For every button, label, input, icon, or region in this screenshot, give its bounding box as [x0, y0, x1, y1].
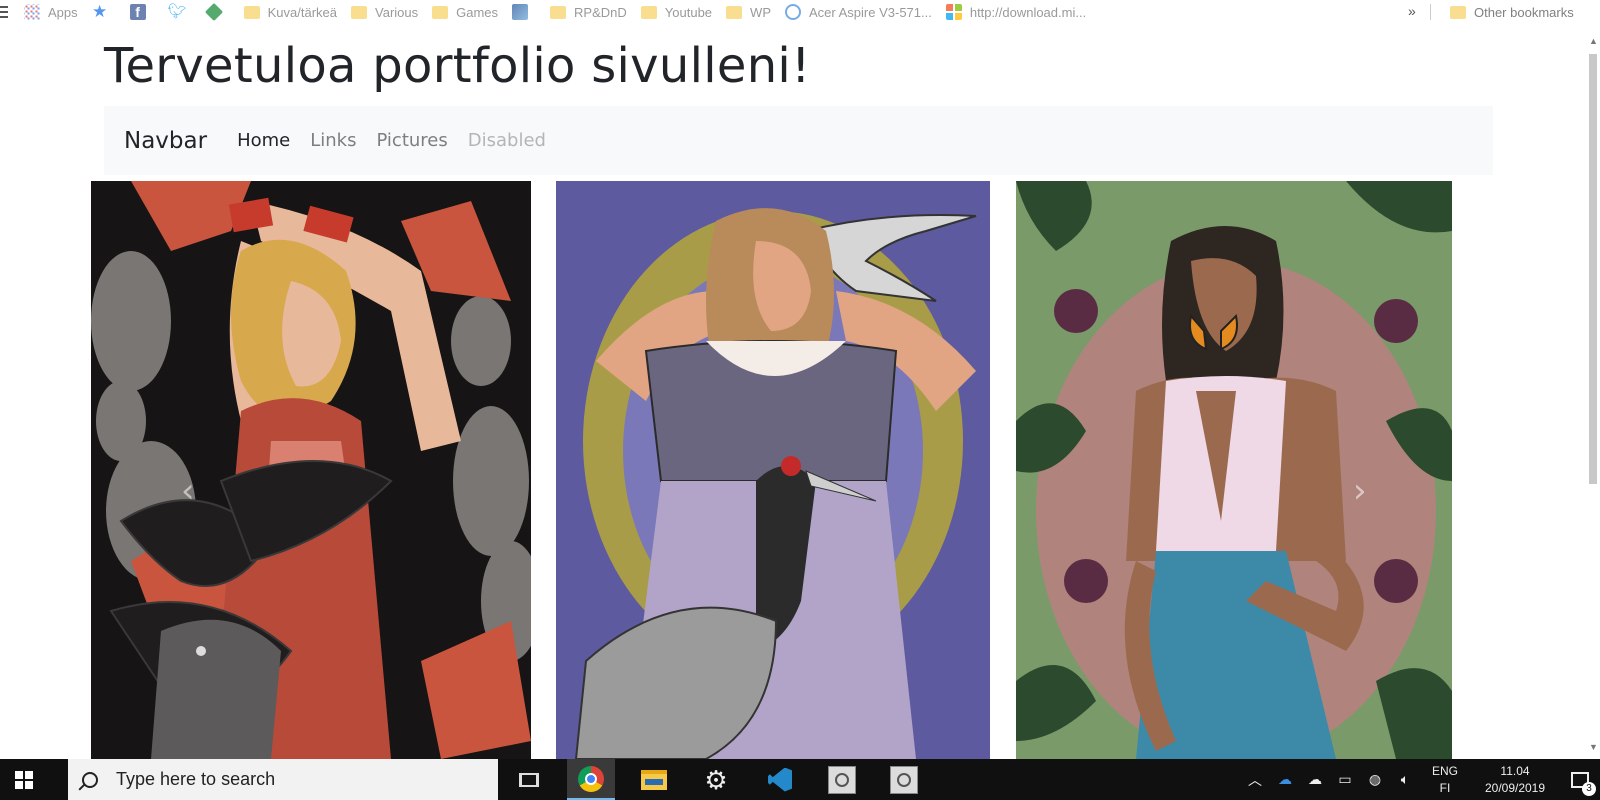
app-swirl-icon [828, 765, 856, 794]
windows-logo-icon [15, 770, 33, 789]
bookmark-green[interactable] [204, 2, 230, 22]
butterfly-illustration [1016, 181, 1452, 759]
bookmarks-overflow-button[interactable]: » [1408, 3, 1416, 19]
bookmark-microsoft[interactable]: http://download.mi... [945, 4, 1086, 20]
taskbar-search-box[interactable]: Type here to search [68, 759, 498, 800]
folder-icon [726, 5, 743, 19]
onedrive-icon[interactable]: ☁ [1270, 771, 1300, 788]
vscode-icon [768, 767, 792, 792]
bookmark-facebook[interactable]: f [129, 4, 154, 20]
language-indicator[interactable]: ENG FI [1420, 763, 1470, 797]
folder-icon [243, 5, 260, 19]
system-tray: ︿ ☁ ☁ ▭ ◍ 🔈︎ ENG FI 11.04 20/09/2019 3 [1240, 759, 1600, 800]
taskbar-chrome[interactable] [567, 759, 615, 800]
nav-link-home[interactable]: Home [237, 130, 290, 151]
notification-count: 3 [1582, 782, 1596, 796]
bookmark-folder-youtube[interactable]: Youtube [640, 5, 712, 20]
chevron-up-icon[interactable]: ︿ [1240, 770, 1270, 790]
clock-time: 11.04 [1500, 763, 1530, 778]
bookmark-folder-games[interactable]: Games [432, 5, 498, 20]
search-icon [82, 771, 98, 788]
taskbar-file-explorer[interactable] [630, 759, 678, 800]
page-scrollbar[interactable]: ▲ ▼ [1586, 24, 1600, 759]
folder-icon [640, 5, 657, 19]
app-sketch-icon [890, 765, 918, 794]
clock-date: 20/09/2019 [1484, 780, 1546, 795]
facebook-icon: f [129, 4, 146, 20]
star-icon: ★ [92, 2, 108, 21]
navbar: Navbar Home Links Pictures Disabled [104, 106, 1493, 175]
clock[interactable]: 11.04 20/09/2019 [1470, 763, 1560, 797]
scroll-up-arrow-icon[interactable]: ▲ [1589, 36, 1598, 46]
twitter-icon: 🐦︎ [167, 3, 187, 20]
bookmarks-divider [1430, 4, 1431, 20]
battery-icon[interactable]: ▭ [1330, 771, 1360, 788]
taskbar-app-2[interactable] [880, 759, 928, 800]
nav-link-links[interactable]: Links [310, 130, 356, 151]
page-title: Tervetuloa portfolio sivulleni! [104, 38, 811, 94]
carousel-next-button[interactable]: › [1353, 471, 1367, 511]
apps-grid-icon [24, 4, 40, 20]
folder-icon [351, 5, 368, 19]
network-icon[interactable]: ◍ [1360, 771, 1390, 788]
bookmark-apps[interactable]: Apps [24, 4, 78, 20]
image-bookmark-icon [512, 4, 529, 20]
taskbar-vscode[interactable] [756, 759, 804, 800]
bookmarks-menu-icon[interactable] [0, 6, 10, 18]
bookmark-acer[interactable]: Acer Aspire V3-571... [785, 4, 932, 20]
image-carousel: ‹ › [91, 181, 1454, 759]
search-placeholder: Type here to search [116, 769, 276, 789]
bookmark-folder-wp[interactable]: WP [726, 5, 771, 20]
cranes-illustration [556, 181, 990, 759]
bookmark-twitter[interactable]: 🐦︎ [168, 4, 192, 20]
taskbar-app-1[interactable] [818, 759, 866, 800]
task-view-button[interactable] [505, 759, 553, 800]
task-view-icon [519, 772, 539, 787]
folder-icon [550, 5, 567, 19]
carousel-prev-button[interactable]: ‹ [181, 471, 195, 511]
chrome-icon [578, 765, 604, 792]
bookmark-folder-various[interactable]: Various [351, 5, 418, 20]
carousel-slide-cranes [556, 181, 990, 759]
carousel-slide-crows [91, 181, 531, 759]
bookmark-starred[interactable]: ★ [92, 2, 116, 21]
circle-icon [785, 4, 801, 20]
bookmarks-bar: Apps ★ f 🐦︎ Kuva/tärkeä Various Games RP… [0, 0, 1600, 24]
crows-illustration [91, 181, 531, 759]
nav-link-pictures[interactable]: Pictures [376, 130, 447, 151]
volume-icon[interactable]: 🔈︎ [1390, 771, 1420, 788]
folder-icon [1450, 5, 1466, 19]
start-button[interactable] [0, 759, 48, 800]
folder-icon [432, 5, 449, 19]
gear-icon: ⚙ [704, 764, 728, 795]
nav-link-disabled: Disabled [467, 130, 546, 151]
windows-taskbar: Type here to search ⚙ ︿ ☁ ☁ ▭ ◍ 🔈︎ ENG F… [0, 759, 1600, 800]
bookmark-folder-kuva[interactable]: Kuva/tärkeä [243, 5, 337, 20]
green-diamond-icon [204, 2, 223, 22]
scroll-thumb[interactable] [1589, 54, 1597, 484]
carousel-slide-butterfly [1016, 181, 1452, 759]
bookmark-folder-rpdnd[interactable]: RP&DnD [550, 5, 627, 20]
action-center-button[interactable]: 3 [1560, 759, 1600, 800]
other-bookmarks[interactable]: Other bookmarks [1450, 0, 1574, 24]
bookmark-image[interactable] [512, 4, 536, 20]
cloud-icon[interactable]: ☁ [1300, 771, 1330, 788]
taskbar-settings[interactable]: ⚙ [692, 759, 740, 800]
scroll-down-arrow-icon[interactable]: ▼ [1589, 742, 1598, 752]
navbar-brand[interactable]: Navbar [124, 128, 207, 154]
folder-icon [641, 769, 667, 790]
microsoft-icon [945, 4, 962, 20]
